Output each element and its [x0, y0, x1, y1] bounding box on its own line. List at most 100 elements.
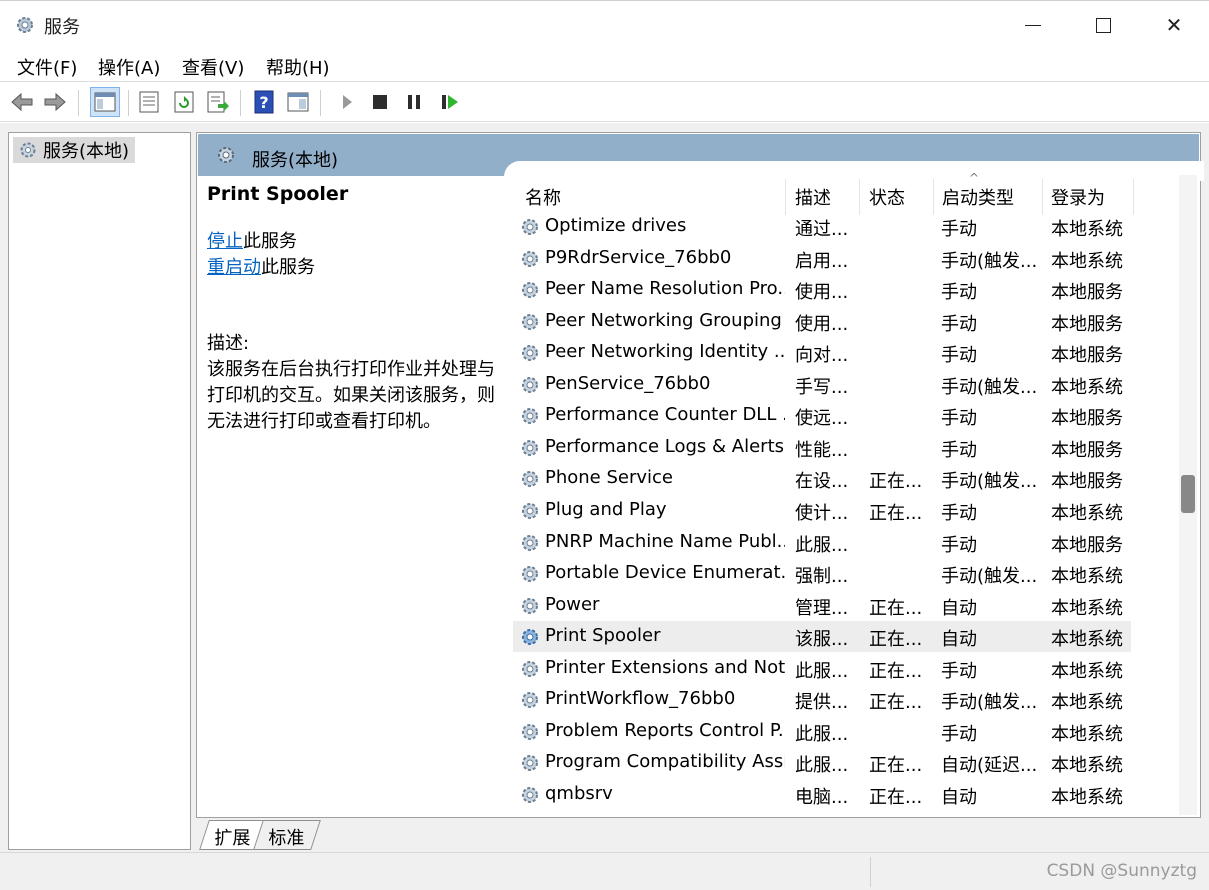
maximize-icon [1095, 17, 1111, 33]
service-log-on-as: 本地系统 [1051, 597, 1123, 619]
service-log-on-as: 本地系统 [1051, 692, 1123, 714]
service-description: 使计... [795, 502, 849, 524]
service-row[interactable]: Performance Counter DLL ... 使远... 手动 本地服务 [513, 400, 1131, 431]
service-name: Plug and Play [545, 498, 667, 520]
restart-service-icon [442, 95, 458, 109]
status-bar: CSDN @Sunnyztg [0, 852, 1209, 890]
service-row[interactable]: Printer Extensions and Noti... 此服... 正在...… [513, 653, 1131, 684]
service-gear-icon [519, 374, 541, 401]
close-button[interactable]: ✕ [1139, 1, 1209, 49]
service-status: 正在... [869, 755, 923, 777]
service-row[interactable]: P9RdrService_76bb0 启用... 手动(触发... 本地系统 [513, 243, 1131, 274]
service-startup-type: 手动 [941, 534, 977, 556]
stop-service-link[interactable]: 停止 [207, 231, 243, 252]
maximize-button[interactable] [1068, 1, 1138, 49]
service-gear-icon [519, 279, 541, 306]
svg-text:?: ? [259, 93, 268, 112]
service-log-on-as: 本地系统 [1051, 755, 1123, 777]
service-gear-icon [519, 752, 541, 779]
export-list-button[interactable] [205, 89, 231, 115]
vertical-scrollbar[interactable] [1179, 175, 1197, 815]
service-startup-type: 自动(延迟... [941, 755, 1038, 777]
service-row[interactable]: PrintWorkflow_76bb0 提供... 正在... 手动(触发... 本地系… [513, 684, 1131, 715]
restart-service-link[interactable]: 重启动 [207, 257, 261, 278]
service-row[interactable]: Program Compatibility Assi... 此服... 正在... 自… [513, 747, 1131, 778]
tree-item-services-local[interactable]: 服务(本地) [13, 137, 136, 163]
service-row[interactable]: Phone Service 在设... 正在... 手动(触发... 本地服务 [513, 463, 1131, 494]
service-row[interactable]: PNRP Machine Name Publ... 此服... 手动 本地服务 [513, 527, 1131, 558]
stop-service-button[interactable] [367, 89, 393, 115]
back-button[interactable] [9, 89, 35, 115]
minimize-icon [1025, 24, 1041, 26]
service-description: 向对... [795, 345, 849, 367]
service-description: 启用... [795, 250, 849, 272]
service-status: 正在... [869, 502, 923, 524]
service-row[interactable]: Peer Name Resolution Pro... 使用... 手动 本地服务 [513, 274, 1131, 305]
service-log-on-as: 本地系统 [1051, 566, 1123, 588]
service-row[interactable]: Power 管理... 正在... 自动 本地系统 [513, 590, 1131, 621]
menu-file[interactable]: 文件(F) [17, 54, 77, 80]
service-description: 此服... [795, 755, 849, 777]
show-hide-action-pane-icon [287, 92, 309, 112]
status-divider [870, 857, 871, 887]
service-log-on-as: 本地系统 [1051, 629, 1123, 651]
service-row[interactable]: Optimize drives 通过... 手动 本地系统 [513, 211, 1131, 242]
service-log-on-as: 本地服务 [1051, 408, 1123, 430]
service-description: 使用... [795, 313, 849, 335]
service-row[interactable]: Problem Reports Control P... 此服... 手动 本地系统 [513, 716, 1131, 747]
forward-icon [44, 92, 66, 112]
refresh-button[interactable] [171, 89, 197, 115]
service-row[interactable]: Print Spooler 该服... 正在... 自动 本地系统 [513, 621, 1131, 653]
service-name: Peer Networking Identity ... [545, 341, 785, 363]
service-row[interactable]: PenService_76bb0 手写... 手动(触发... 本地系统 [513, 369, 1131, 400]
start-service-button[interactable] [334, 89, 360, 115]
description-line: 该服务在后台执行打印作业并处理与 [207, 359, 495, 380]
services-gear-icon [218, 147, 234, 163]
service-status: 正在... [869, 786, 923, 808]
show-console-tree-button[interactable] [90, 87, 120, 117]
service-row[interactable]: Portable Device Enumerat... 强制... 手动(触发...… [513, 558, 1131, 589]
export-list-icon [207, 91, 229, 113]
pause-service-button[interactable] [401, 89, 427, 115]
service-row[interactable]: Peer Networking Grouping 使用... 手动 本地服务 [513, 306, 1131, 337]
service-log-on-as: 本地服务 [1051, 345, 1123, 367]
column-divider[interactable] [1133, 179, 1134, 215]
service-row[interactable]: Plug and Play 使计... 正在... 手动 本地系统 [513, 495, 1131, 526]
menu-view[interactable]: 查看(V) [182, 54, 244, 80]
show-action-pane-button[interactable] [285, 89, 311, 115]
service-startup-type: 自动 [941, 629, 977, 651]
minimize-button[interactable] [998, 1, 1068, 49]
column-divider[interactable] [1042, 179, 1043, 215]
service-row[interactable]: Performance Logs & Alerts 性能... 手动 本地服务 [513, 432, 1131, 463]
service-log-on-as: 本地系统 [1051, 376, 1123, 398]
service-gear-icon [519, 626, 541, 653]
restart-service-button[interactable] [437, 89, 463, 115]
service-startup-type: 手动 [941, 439, 977, 461]
help-button[interactable]: ? [251, 89, 277, 115]
service-row[interactable]: Peer Networking Identity ... 向对... 手动 本地服务 [513, 337, 1131, 368]
menu-help[interactable]: 帮助(H) [266, 54, 330, 80]
help-icon: ? [254, 90, 274, 114]
service-description: 管理... [795, 597, 849, 619]
menu-action[interactable]: 操作(A) [98, 54, 160, 80]
toolbar-separator [78, 90, 79, 116]
forward-button[interactable] [42, 89, 68, 115]
watermark: CSDN @Sunnyztg [1046, 861, 1197, 881]
service-gear-icon [519, 342, 541, 369]
column-divider[interactable] [859, 179, 860, 215]
service-row[interactable]: qmbsrv 电脑... 正在... 自动 本地系统 [513, 779, 1131, 810]
service-log-on-as: 本地系统 [1051, 250, 1123, 272]
scrollbar-thumb[interactable] [1181, 475, 1195, 513]
column-divider[interactable] [785, 179, 786, 215]
tab-standard[interactable]: 标准 [253, 820, 321, 850]
services-gear-icon [17, 17, 33, 33]
selected-service-name: Print Spooler [207, 183, 349, 205]
service-name: Problem Reports Control P... [545, 719, 785, 741]
service-startup-type: 自动 [941, 786, 977, 808]
service-startup-type: 手动 [941, 502, 977, 524]
column-divider[interactable] [933, 179, 934, 215]
properties-button[interactable] [136, 89, 162, 115]
service-log-on-as: 本地系统 [1051, 219, 1123, 240]
service-startup-type: 手动 [941, 219, 977, 240]
restart-service-line: 重启动此服务 [207, 255, 502, 281]
